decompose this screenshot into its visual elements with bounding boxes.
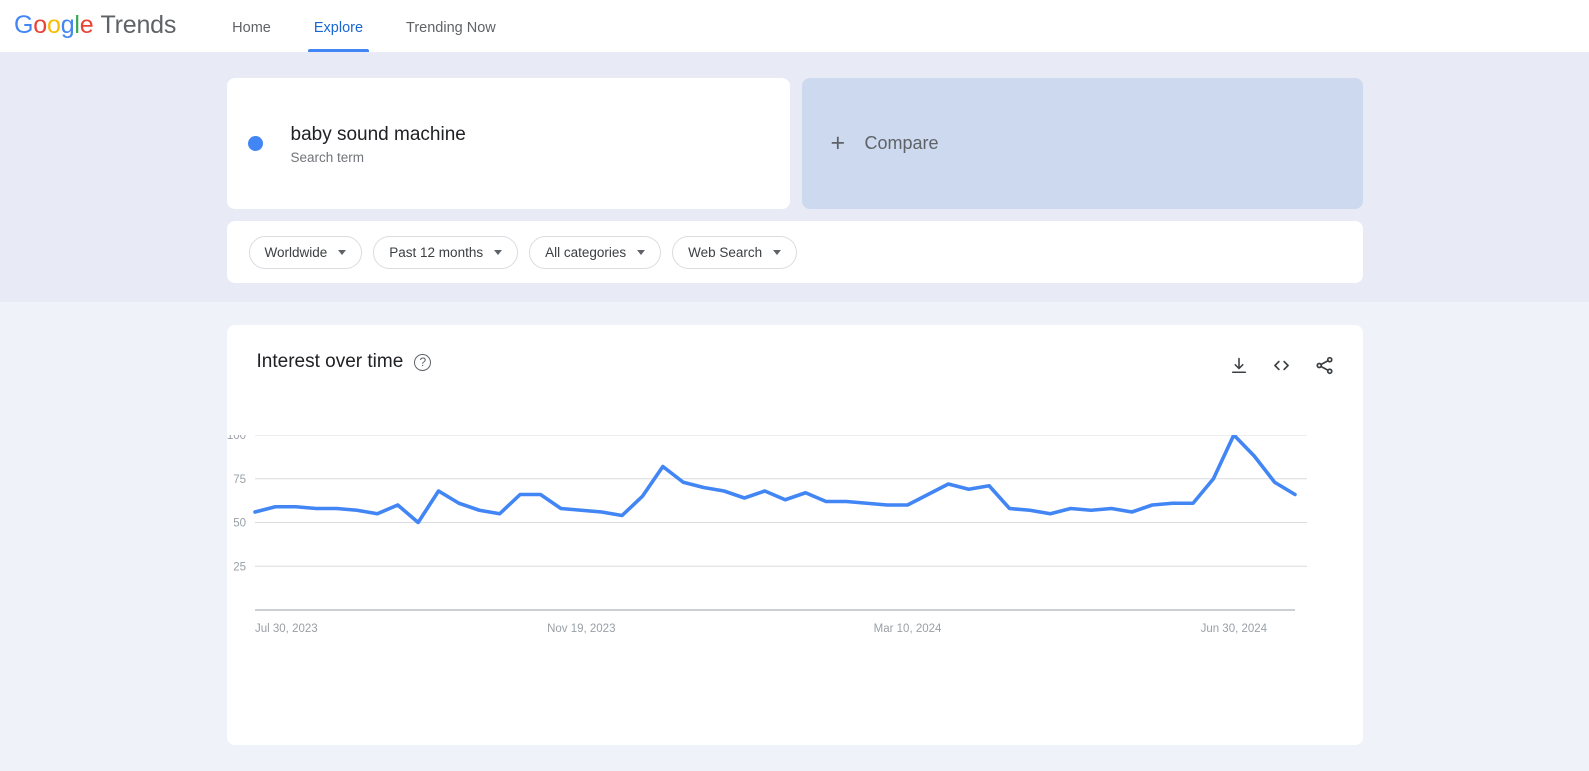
page-title: Interest over time [256,351,404,372]
chevron-down-icon [338,249,347,255]
search-term-label: baby sound machine [290,123,466,145]
interest-over-time-card: Interest over time ? 100 75 50 25 Jul 30… [226,325,1363,745]
chart-card-header: Interest over time ? [257,351,1335,373]
filter-time-range-label: Past 12 months [389,244,484,260]
logo-letter-o2: o [46,11,61,39]
interest-over-time-chart[interactable]: 100 75 50 25 Jul 30, 2023 Nov 19, 2023 Mar 10,… [227,435,1363,665]
filter-time-range[interactable]: Past 12 months [373,235,519,269]
top-navbar: G o o g l e Trends Home Explore Trending… [0,0,1589,52]
logo-letter-o1: o [33,11,47,39]
share-icon[interactable] [1314,355,1335,376]
search-term-row: baby sound machine Search term + Compare [226,78,1363,209]
filter-location[interactable]: Worldwide [248,235,363,269]
x-axis-tick-label: Nov 19, 2023 [547,623,615,635]
compare-button[interactable]: + Compare [801,78,1363,209]
nav-item-explore[interactable]: Explore [307,20,370,52]
filter-category-label: All categories [545,244,627,260]
logo-letter-g2: g [60,11,75,39]
chevron-down-icon [494,249,503,255]
y-axis-tick-label: 50 [233,518,246,530]
nav-item-trending-now[interactable]: Trending Now [402,20,500,52]
search-term-card[interactable]: baby sound machine Search term [226,78,790,209]
x-axis-tick-label: Jul 30, 2023 [255,623,318,635]
search-hero-band: baby sound machine Search term + Compare… [0,52,1589,302]
nav-item-home[interactable]: Home [228,20,275,52]
y-axis-tick-label: 75 [233,474,246,486]
download-icon[interactable] [1229,356,1249,376]
filter-category[interactable]: All categories [529,235,662,269]
logo-letter-g: G [14,11,34,39]
help-icon[interactable]: ? [414,353,432,371]
chevron-down-icon [637,249,646,255]
chevron-down-icon [773,249,782,255]
plus-icon: + [830,129,846,157]
embed-icon[interactable] [1271,355,1292,376]
x-axis-tick-label: Mar 10, 2024 [873,623,941,635]
y-axis-tick-label: 100 [227,435,246,442]
chart-actions [1229,355,1335,376]
x-axis-tick-label: Jun 30, 2024 [1200,623,1267,635]
y-axis-tick-label: 25 [233,561,246,573]
logo-letter-e: e [79,11,94,39]
filter-search-type-label: Web Search [688,244,763,260]
logo-product-name: Trends [100,11,177,39]
search-term-type: Search term [290,150,365,166]
google-trends-logo[interactable]: G o o g l e Trends [14,11,176,40]
compare-label: Compare [864,133,939,153]
series-color-dot [247,136,263,151]
chart-section: Interest over time ? 100 75 50 25 Jul 30… [0,302,1589,745]
filter-search-type[interactable]: Web Search [672,235,798,269]
filter-bar: Worldwide Past 12 months All categories … [226,221,1363,283]
filter-location-label: Worldwide [264,244,328,260]
primary-nav: Home Explore Trending Now [228,0,535,52]
